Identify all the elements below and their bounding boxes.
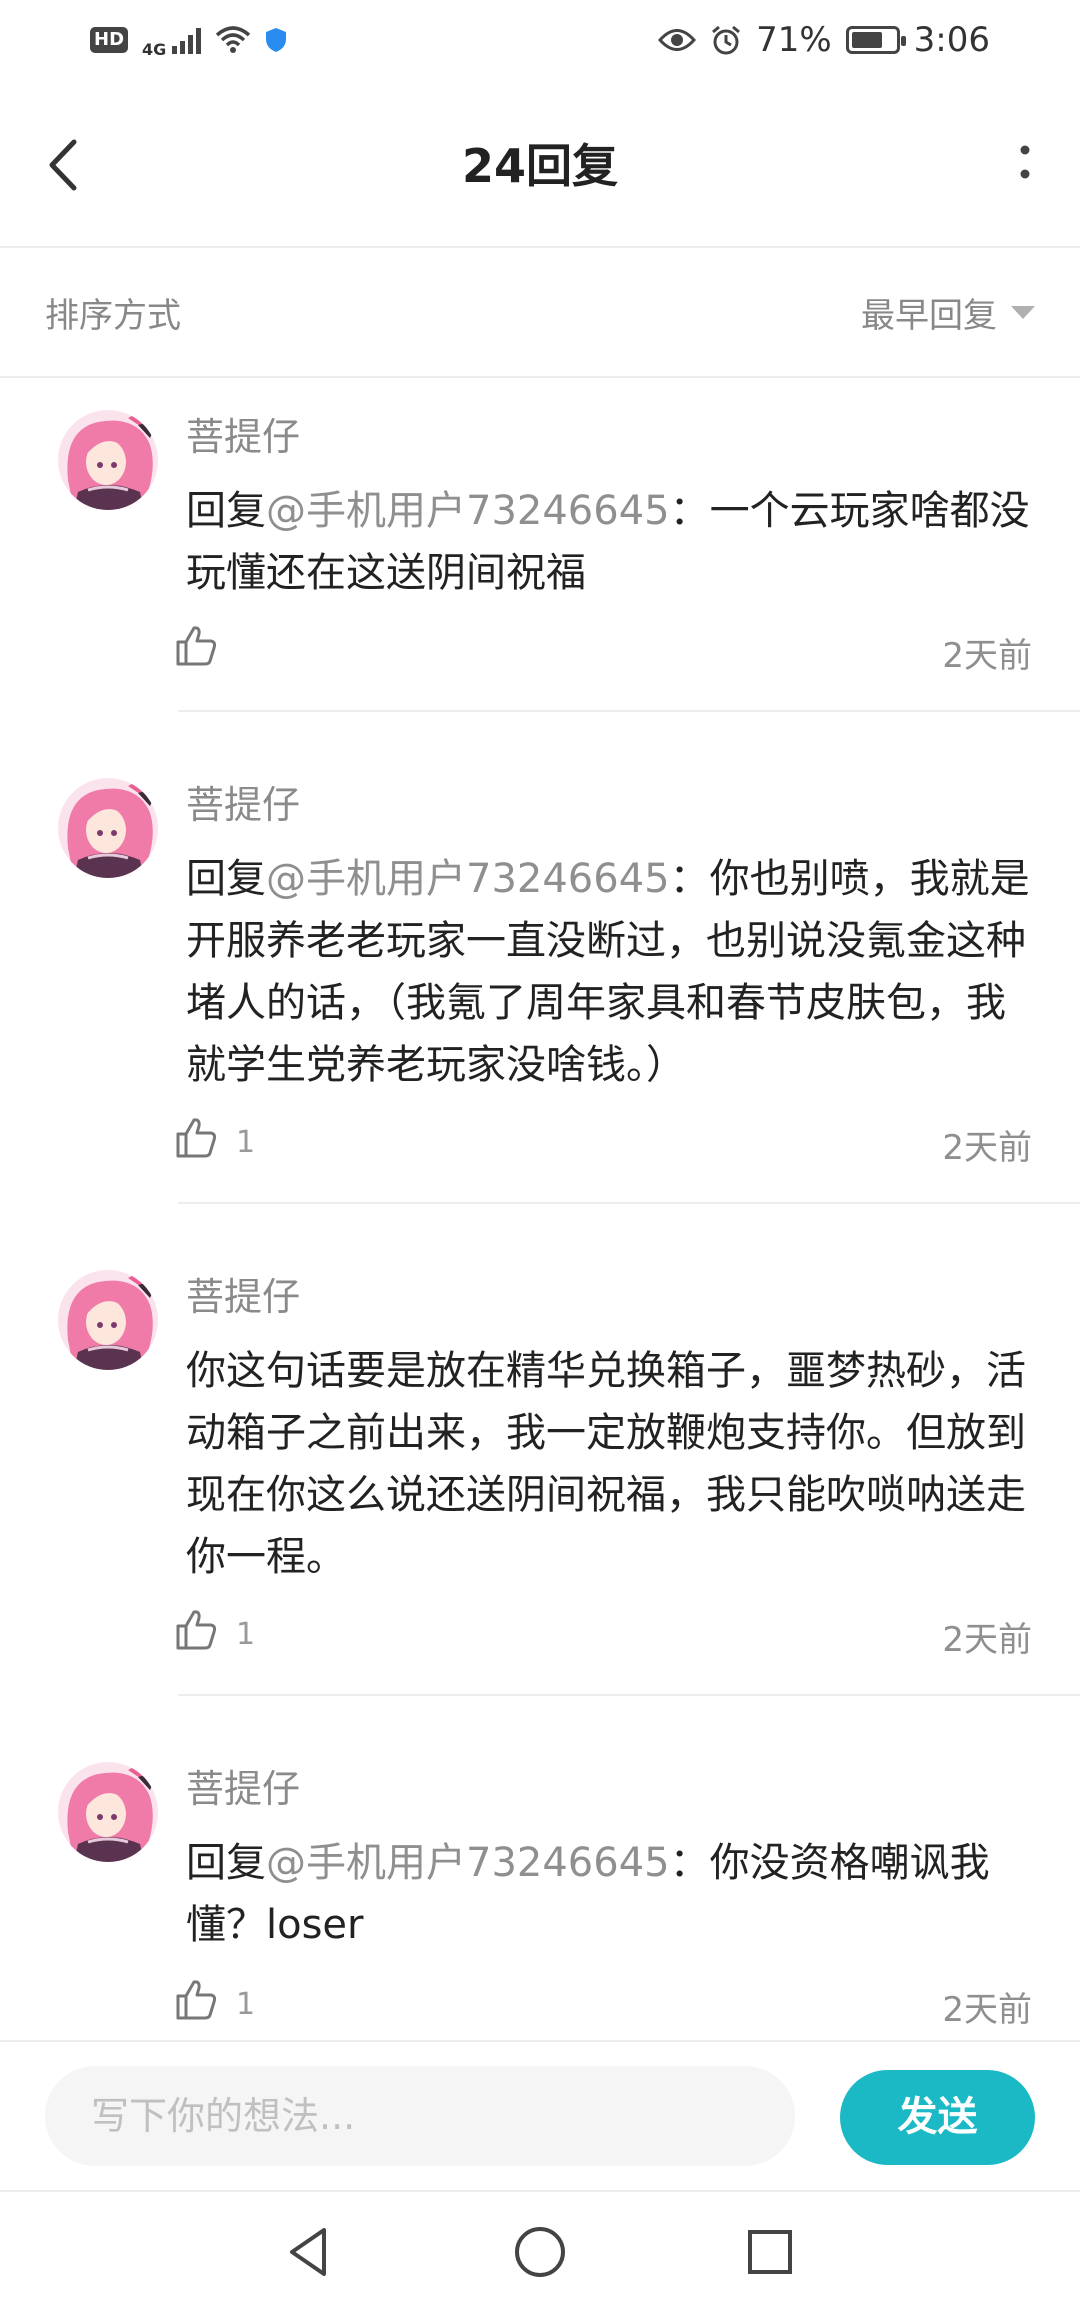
comment-username[interactable]: 菩提仔 <box>186 1266 300 1321</box>
comment-time: 2天前 <box>942 1620 1032 1660</box>
reply-prefix: 回复 <box>186 856 266 902</box>
system-nav-bar <box>0 2190 1080 2312</box>
comment-username[interactable]: 菩提仔 <box>186 774 300 829</box>
more-icon[interactable] <box>1010 138 1040 188</box>
avatar[interactable] <box>58 410 158 510</box>
like-button[interactable] <box>174 624 236 676</box>
network-type: 4G <box>142 39 167 59</box>
sort-label: 排序方式 <box>45 295 181 336</box>
comment-username[interactable]: 菩提仔 <box>186 1758 300 1813</box>
comment-username[interactable]: 菩提仔 <box>186 406 300 461</box>
nav-back-icon[interactable] <box>280 2222 340 2282</box>
shield-icon <box>266 28 287 52</box>
screen: HD 4G 71% 3:06 24回复 排序方式 最早回复 菩提仔 回复@手机用… <box>0 0 1080 2312</box>
comment-text: 回复@手机用户73246645：你没资格嘲讽我懂？loser <box>186 1832 1036 1956</box>
clock: 3:06 <box>913 20 990 60</box>
avatar[interactable] <box>58 1270 158 1370</box>
comment-item: 菩提仔 你这句话要是放在精华兑换箱子，噩梦热砂，活动箱子之前出来，我一定放鞭炮支… <box>0 1260 1080 1696</box>
mention-link[interactable]: @手机用户73246645 <box>266 1840 670 1886</box>
comment-text: 你这句话要是放在精华兑换箱子，噩梦热砂，活动箱子之前出来，我一定放鞭炮支持你。但… <box>186 1340 1036 1588</box>
like-button[interactable]: 1 <box>174 1978 255 2030</box>
alarm-icon <box>712 25 741 55</box>
avatar[interactable] <box>58 1762 158 1862</box>
signal-icon <box>172 26 202 54</box>
nav-recents-icon[interactable] <box>740 2222 800 2282</box>
mention-link[interactable]: @手机用户73246645 <box>266 488 670 534</box>
comment-time: 2天前 <box>942 636 1032 676</box>
comment-body: 你这句话要是放在精华兑换箱子，噩梦热砂，活动箱子之前出来，我一定放鞭炮支持你。但… <box>186 1348 1026 1580</box>
comment-item: 菩提仔 回复@手机用户73246645：你没资格嘲讽我懂？loser 1 2天前 <box>0 1752 1080 2062</box>
reply-prefix: 回复 <box>186 1840 266 1886</box>
thumbs-up-icon <box>174 1608 218 1660</box>
divider <box>178 1694 1080 1696</box>
comment-item: 菩提仔 回复@手机用户73246645：你也别喷，我就是开服养老老玩家一直没断过… <box>0 768 1080 1204</box>
status-right: 71% 3:06 <box>658 20 990 60</box>
comment-text: 回复@手机用户73246645：你也别喷，我就是开服养老老玩家一直没断过，也别说… <box>186 848 1036 1096</box>
sort-dropdown[interactable]: 最早回复 <box>861 288 1035 337</box>
like-count: 1 <box>236 1986 256 2022</box>
like-button[interactable]: 1 <box>174 1608 255 1660</box>
reply-prefix: 回复 <box>186 488 266 534</box>
comment-input[interactable] <box>45 2066 795 2166</box>
sort-bar: 排序方式 最早回复 <box>0 248 1080 378</box>
page-title: 24回复 <box>461 139 618 193</box>
like-count: 1 <box>236 1124 256 1160</box>
eye-icon <box>658 29 697 51</box>
thumbs-up-icon <box>174 1116 218 1168</box>
nav-home-icon[interactable] <box>510 2222 570 2282</box>
status-left: HD 4G <box>90 22 287 59</box>
chevron-down-icon <box>1011 305 1035 319</box>
divider <box>178 710 1080 712</box>
avatar[interactable] <box>58 778 158 878</box>
like-button[interactable]: 1 <box>174 1116 255 1168</box>
battery-icon <box>845 26 906 54</box>
hd-badge: HD <box>90 27 129 53</box>
comment-item: 菩提仔 回复@手机用户73246645：一个云玩家啥都没玩懂还在这送阴间祝福 2… <box>0 400 1080 712</box>
wifi-icon <box>216 26 251 53</box>
comment-time: 2天前 <box>942 1128 1032 1168</box>
battery-fill <box>851 32 882 48</box>
like-count: 1 <box>236 1616 256 1652</box>
mention-link[interactable]: @手机用户73246645 <box>266 856 670 902</box>
divider <box>178 1202 1080 1204</box>
send-button[interactable]: 发送 <box>840 2070 1035 2165</box>
comment-text: 回复@手机用户73246645：一个云玩家啥都没玩懂还在这送阴间祝福 <box>186 480 1036 604</box>
header: 24回复 <box>0 80 1080 248</box>
status-bar: HD 4G 71% 3:06 <box>0 0 1080 80</box>
input-bar: 发送 <box>0 2040 1080 2190</box>
sort-selected: 最早回复 <box>861 295 997 336</box>
battery-percent: 71% <box>756 20 832 60</box>
comment-time: 2天前 <box>942 1990 1032 2030</box>
thumbs-up-icon <box>174 1978 218 2030</box>
thumbs-up-icon <box>174 624 218 676</box>
